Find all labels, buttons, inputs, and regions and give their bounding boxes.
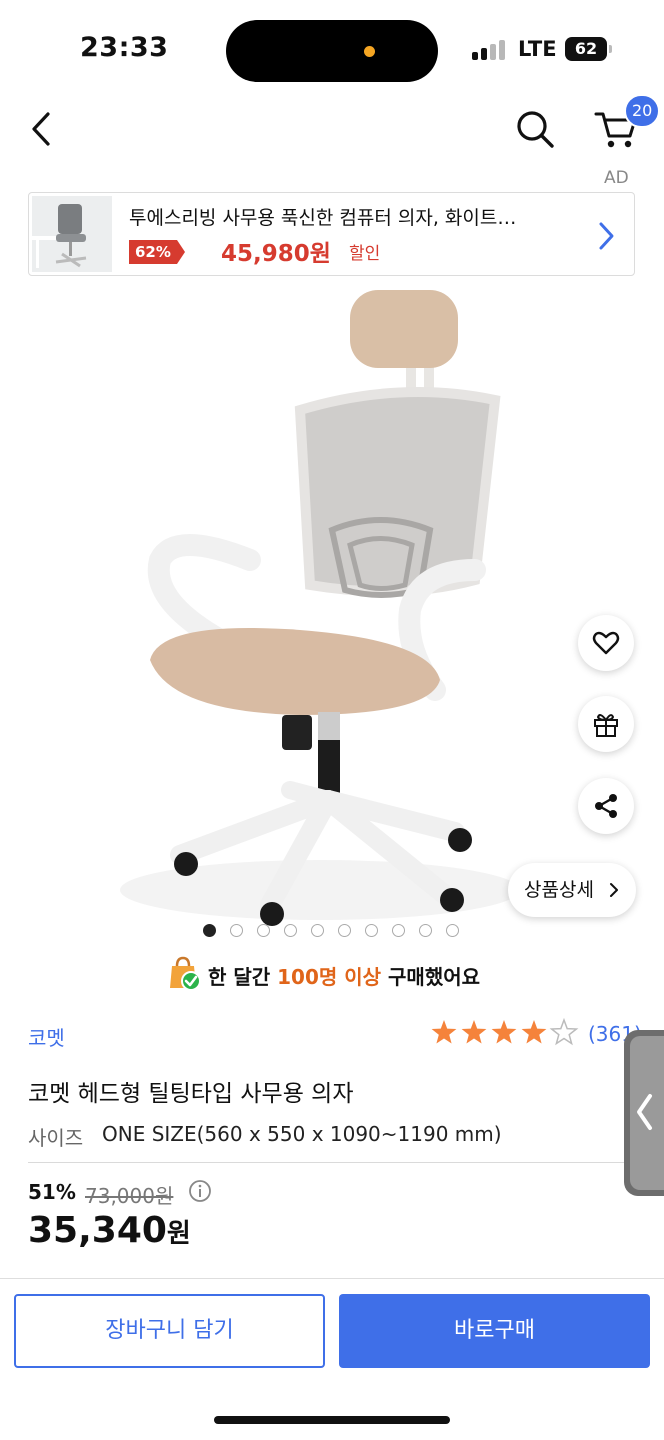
product-detail-label: 상품상세 — [524, 879, 594, 901]
sale-price-value: 35,340 — [28, 1210, 167, 1251]
network-type: LTE — [518, 37, 557, 61]
heart-icon — [592, 631, 620, 655]
gallery-dot[interactable] — [365, 924, 378, 937]
add-to-cart-button[interactable]: 장바구니 담기 — [14, 1294, 325, 1368]
ad-thumbnail — [32, 196, 112, 272]
gallery-dot[interactable] — [230, 924, 243, 937]
dynamic-island — [226, 20, 438, 82]
info-icon[interactable] — [188, 1179, 212, 1203]
shopping-bag-check-icon — [170, 956, 201, 991]
ad-banner[interactable]: 투에스리빙 사무용 푹신한 컴퓨터 의자, 화이트… 62% 45,980원 할… — [28, 192, 635, 276]
gallery-dot[interactable] — [419, 924, 432, 937]
purchase-note-prefix: 한 달간 — [208, 965, 278, 989]
purchase-note-highlight: 100명 이상 — [277, 965, 382, 989]
purchase-note-suffix: 구매했어요 — [381, 965, 481, 989]
size-label: 사이즈 — [28, 1126, 84, 1150]
ad-price: 45,980원 — [221, 241, 331, 267]
search-icon — [517, 111, 554, 148]
gallery-dot[interactable] — [284, 924, 297, 937]
size-value: ONE SIZE(560 x 550 x 1090~1190 mm) — [102, 1122, 502, 1146]
share-icon — [595, 794, 617, 818]
chevron-right-icon — [610, 883, 618, 897]
ad-discount-badge: 62% — [129, 240, 185, 264]
cart-count-badge: 20 — [624, 94, 661, 128]
star-filled-icon — [491, 1020, 517, 1044]
share-button[interactable] — [578, 778, 634, 834]
signal-strength-icon — [472, 40, 508, 60]
gallery-dot[interactable] — [203, 924, 216, 937]
star-filled-icon — [461, 1020, 487, 1044]
battery-icon: 62 — [565, 37, 607, 61]
gallery-dot[interactable] — [392, 924, 405, 937]
ad-label: AD — [604, 168, 629, 188]
wishlist-button[interactable] — [578, 615, 634, 671]
buy-now-button[interactable]: 바로구매 — [339, 1294, 650, 1368]
chevron-left-icon — [637, 1094, 652, 1130]
star-filled-icon — [521, 1020, 547, 1044]
ad-title: 투에스리빙 사무용 푹신한 컴퓨터 의자, 화이트… — [129, 207, 517, 229]
chevron-right-icon — [599, 222, 614, 250]
home-indicator — [214, 1416, 450, 1424]
product-detail-button[interactable]: 상품상세 — [508, 863, 636, 917]
sale-price: 35,340원 — [28, 1210, 191, 1251]
gift-button[interactable] — [578, 696, 634, 752]
side-panel-handle[interactable] — [624, 1030, 664, 1196]
chevron-left-icon — [32, 112, 50, 146]
status-time: 23:33 — [80, 32, 169, 63]
star-filled-icon — [431, 1020, 457, 1044]
battery-cap — [609, 45, 612, 53]
gift-icon — [594, 714, 618, 737]
gallery-dot[interactable] — [257, 924, 270, 937]
discount-percent: 51% — [28, 1180, 76, 1204]
divider — [28, 1162, 628, 1163]
original-price: 73,000원 — [85, 1184, 174, 1208]
office-chair-illustration — [120, 290, 520, 926]
rating-stars — [431, 1018, 579, 1046]
back-button[interactable] — [22, 106, 62, 152]
brand-link[interactable]: 코멧 — [28, 1022, 65, 1051]
gallery-dot[interactable] — [446, 924, 459, 937]
search-button[interactable] — [512, 106, 558, 152]
ad-sale-label: 할인 — [349, 244, 381, 264]
star-empty-icon — [549, 1018, 579, 1046]
sale-price-currency: 원 — [166, 1219, 191, 1249]
product-title: 코멧 헤드형 틸팅타입 사무용 의자 — [28, 1081, 354, 1107]
bottom-bar-divider — [0, 1278, 664, 1279]
privacy-indicator-dot — [364, 46, 375, 57]
gallery-dot[interactable] — [338, 924, 351, 937]
gallery-dot[interactable] — [311, 924, 324, 937]
product-image[interactable] — [0, 280, 664, 940]
status-bar: 23:33 LTE 62 — [0, 0, 664, 96]
